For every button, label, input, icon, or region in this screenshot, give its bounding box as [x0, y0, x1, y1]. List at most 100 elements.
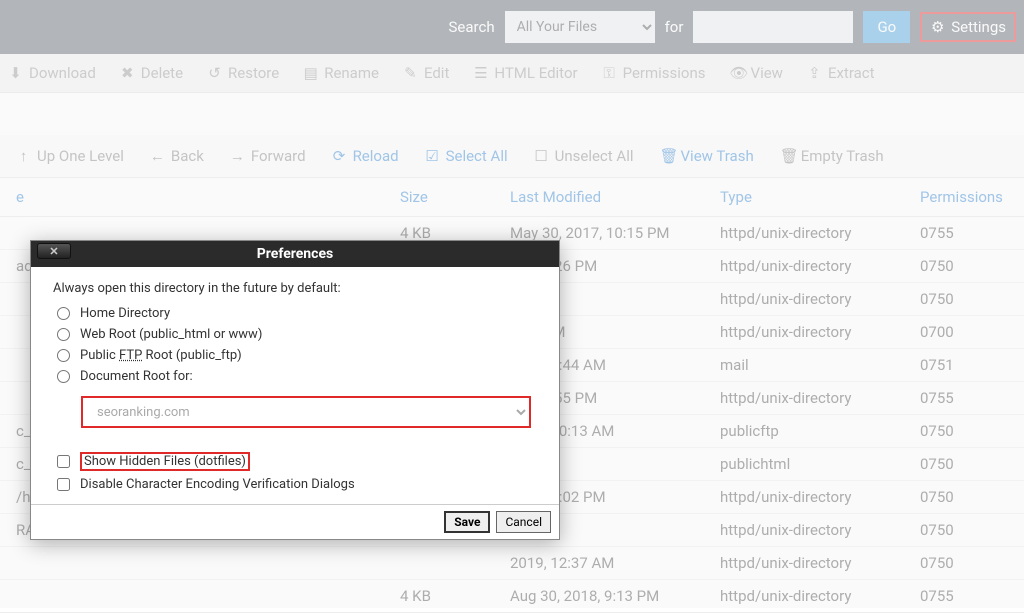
file-table-header: e Size Last Modified Type Permissions [0, 178, 1024, 217]
cell-type: publichtml [720, 455, 920, 473]
rename-button[interactable]: ▤Rename [303, 64, 379, 82]
permissions-button[interactable]: ⚿Permissions [602, 64, 706, 82]
edit-button[interactable]: ✎Edit [403, 64, 449, 82]
unselect-all-icon: ☐ [534, 147, 549, 165]
document-root-select[interactable]: seoranking.com [81, 396, 531, 428]
delete-button[interactable]: ✖Delete [120, 64, 183, 82]
for-label: for [665, 18, 684, 36]
cell-modified: 2019, 12:37 AM [510, 554, 720, 572]
cell-permissions: 0700 [920, 323, 1024, 341]
cell-permissions: 0750 [920, 488, 1024, 506]
download-icon: ⬇ [8, 64, 23, 82]
cell-type: httpd/unix-directory [720, 224, 920, 242]
cell-size: 4 KB [400, 587, 510, 605]
cell-permissions: 0750 [920, 257, 1024, 275]
top-search-bar: Search All Your Files for Go ⚙ Settings [0, 0, 1024, 54]
reload-icon: ⟳ [332, 147, 347, 165]
eye-icon: 👁 [730, 64, 745, 82]
unselect-all-button[interactable]: ☐Unselect All [534, 147, 634, 165]
cell-type: httpd/unix-directory [720, 554, 920, 572]
col-modified[interactable]: Last Modified [510, 188, 720, 206]
dialog-body: Always open this directory in the future… [31, 267, 559, 504]
up-icon: ↑ [16, 147, 31, 165]
cell-type: httpd/unix-directory [720, 389, 920, 407]
col-size[interactable]: Size [400, 188, 510, 206]
radio-public-ftp-input[interactable] [57, 349, 70, 362]
cell-modified: Aug 30, 2018, 9:13 PM [510, 587, 720, 605]
radio-home-directory-input[interactable] [57, 307, 70, 320]
select-all-icon: ☑ [425, 147, 440, 165]
select-all-button[interactable]: ☑Select All [425, 147, 508, 165]
view-trash-button[interactable]: 🗑View Trash [660, 147, 754, 165]
checkbox-disable-encoding-input[interactable] [57, 478, 70, 491]
close-icon[interactable]: ✕ [37, 243, 71, 259]
checkbox-disable-encoding[interactable]: Disable Character Encoding Verification … [57, 477, 537, 492]
edit-icon: ✎ [403, 64, 418, 82]
trash-icon: 🗑 [660, 147, 675, 165]
search-scope-select[interactable]: All Your Files [505, 11, 655, 43]
forward-icon: → [230, 147, 245, 165]
col-permissions[interactable]: Permissions [920, 188, 1024, 206]
dialog-footer: Save Cancel [31, 504, 559, 539]
up-one-level-button[interactable]: ↑Up One Level [16, 147, 124, 165]
radio-home-directory[interactable]: Home Directory [57, 306, 537, 321]
delete-icon: ✖ [120, 64, 135, 82]
cell-type: mail [720, 356, 920, 374]
cell-type: httpd/unix-directory [720, 587, 920, 605]
cell-permissions: 0750 [920, 290, 1024, 308]
settings-button[interactable]: ⚙ Settings [920, 12, 1016, 42]
col-name[interactable]: e [0, 188, 400, 206]
cell-type: httpd/unix-directory [720, 290, 920, 308]
cell-permissions: 0755 [920, 587, 1024, 605]
restore-button[interactable]: ↺Restore [207, 64, 279, 82]
download-button[interactable]: ⬇Download [8, 64, 96, 82]
trash-icon: 🗑 [780, 147, 795, 165]
navigation-toolbar: ↑Up One Level ←Back →Forward ⟳Reload ☑Se… [0, 135, 1024, 178]
file-action-toolbar: ⬇Download ✖Delete ↺Restore ▤Rename ✎Edit… [0, 54, 1024, 93]
rename-icon: ▤ [303, 64, 318, 82]
cell-permissions: 0750 [920, 422, 1024, 440]
back-button[interactable]: ←Back [150, 147, 204, 165]
cell-permissions: 0755 [920, 389, 1024, 407]
reload-button[interactable]: ⟳Reload [332, 147, 399, 165]
col-type[interactable]: Type [720, 188, 920, 206]
cell-permissions: 0751 [920, 356, 1024, 374]
search-label: Search [449, 18, 495, 36]
extract-button[interactable]: ⇪Extract [807, 64, 875, 82]
cancel-button[interactable]: Cancel [496, 511, 551, 533]
radio-web-root-input[interactable] [57, 328, 70, 341]
cell-type: httpd/unix-directory [720, 257, 920, 275]
settings-label: Settings [951, 18, 1006, 36]
go-button[interactable]: Go [863, 11, 910, 43]
extract-icon: ⇪ [807, 64, 822, 82]
cell-type: httpd/unix-directory [720, 521, 920, 539]
key-icon: ⚿ [602, 64, 617, 82]
save-button[interactable]: Save [444, 511, 490, 533]
cell-type: httpd/unix-directory [720, 323, 920, 341]
back-icon: ← [150, 147, 165, 165]
table-row[interactable]: 4 KBAug 30, 2018, 9:13 PMhttpd/unix-dire… [0, 580, 1024, 613]
radio-web-root[interactable]: Web Root (public_html or www) [57, 327, 537, 342]
checkbox-show-hidden[interactable]: Show Hidden Files (dotfiles) [57, 452, 537, 471]
preferences-dialog: ✕ Preferences Always open this directory… [30, 240, 560, 540]
dialog-titlebar[interactable]: ✕ Preferences [31, 241, 559, 267]
radio-document-root[interactable]: Document Root for: [57, 369, 537, 384]
checkbox-show-hidden-input[interactable] [57, 455, 70, 468]
forward-button[interactable]: →Forward [230, 147, 306, 165]
dialog-title: Preferences [257, 246, 333, 262]
gear-icon: ⚙ [930, 18, 945, 36]
cell-permissions: 0750 [920, 521, 1024, 539]
cell-permissions: 0750 [920, 455, 1024, 473]
radio-public-ftp[interactable]: Public FTP Root (public_ftp) [57, 348, 537, 363]
cell-permissions: 0750 [920, 554, 1024, 572]
cell-permissions: 0755 [920, 224, 1024, 242]
empty-trash-button[interactable]: 🗑Empty Trash [780, 147, 884, 165]
radio-document-root-input[interactable] [57, 370, 70, 383]
dialog-intro: Always open this directory in the future… [53, 281, 537, 296]
search-input[interactable] [693, 11, 853, 43]
html-editor-button[interactable]: ☰HTML Editor [473, 64, 577, 82]
view-button[interactable]: 👁View [730, 64, 783, 82]
restore-icon: ↺ [207, 64, 222, 82]
cell-type: publicftp [720, 422, 920, 440]
table-row[interactable]: 2019, 12:37 AMhttpd/unix-directory0750 [0, 547, 1024, 580]
